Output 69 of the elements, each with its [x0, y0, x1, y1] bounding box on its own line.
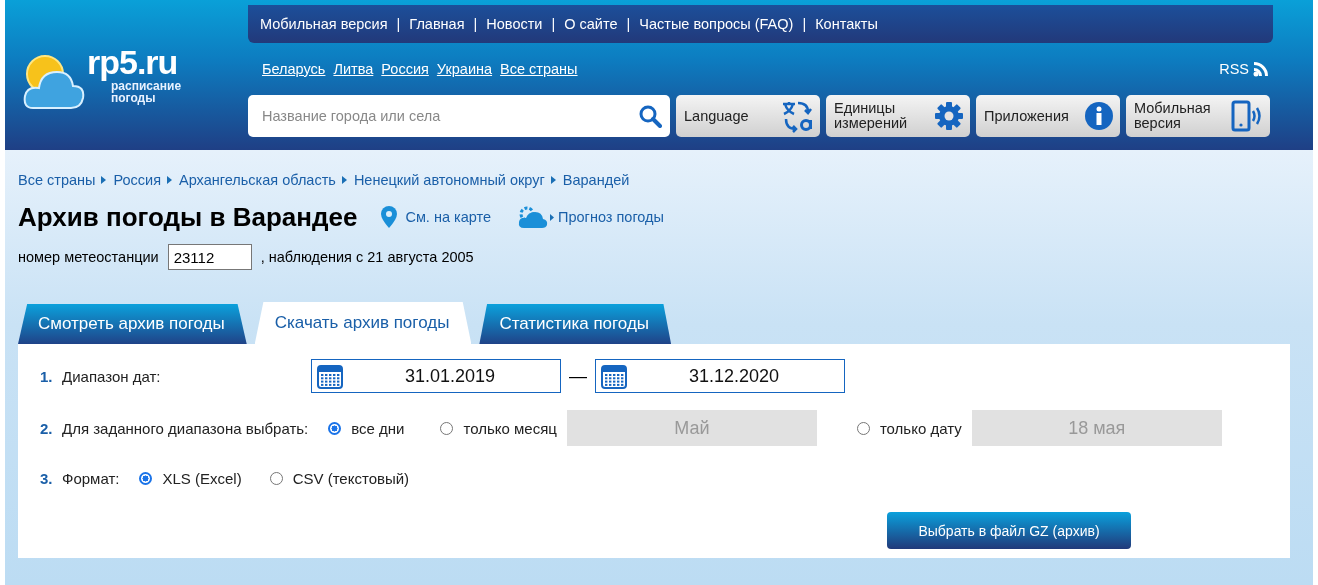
station-label: номер метеостанции [18, 249, 159, 265]
breadcrumb-link[interactable]: Ненецкий автономный округ [353, 172, 545, 188]
range-dash: — [569, 365, 587, 387]
info-icon [1084, 101, 1114, 131]
radio-label[interactable]: CSV (текстовый) [292, 469, 410, 487]
rss-link[interactable]: RSS [1219, 61, 1249, 77]
breadcrumb-link[interactable]: Россия [113, 172, 162, 188]
menu-link[interactable]: Новости [486, 16, 543, 32]
menu-link[interactable]: О сайте [564, 16, 618, 32]
field-label: Для заданного диапазона выбрать: [62, 419, 309, 437]
country-link[interactable]: Украина [436, 61, 493, 77]
breadcrumb-arrow-icon [167, 176, 173, 184]
phone-icon [1230, 100, 1264, 132]
radio-label[interactable]: XLS (Excel) [162, 469, 242, 487]
link-arrow-icon [550, 213, 555, 221]
menu-separator: | [551, 16, 556, 32]
step-number: 3. [40, 469, 54, 487]
step-number: 2. [40, 419, 54, 437]
field-label: Диапазон дат: [62, 367, 162, 385]
sun-cloud-icon[interactable] [516, 204, 549, 230]
forecast-link[interactable]: Прогноз погоды [558, 209, 664, 225]
tab[interactable]: Статистика погоды [479, 304, 672, 344]
menu-separator: | [473, 16, 478, 32]
map-link[interactable]: См. на карте [405, 209, 492, 225]
breadcrumb-link[interactable]: Варандей [562, 172, 630, 188]
breadcrumb-link[interactable]: Архангельская область [179, 172, 336, 188]
country-link[interactable]: Литва [333, 61, 374, 77]
menu-link[interactable]: Мобильная версия [260, 16, 388, 32]
station-number-field[interactable]: 23112 [167, 244, 252, 270]
map-pin-icon[interactable] [381, 206, 398, 228]
tool-button[interactable]: Мобильная версия [1126, 95, 1270, 137]
radio-button[interactable] [139, 471, 153, 485]
breadcrumb-arrow-icon [341, 176, 347, 184]
date-field[interactable]: 31.01.2019 [311, 359, 561, 393]
tab[interactable]: Скачать архив погоды [254, 302, 472, 344]
country-link[interactable]: Все страны [500, 61, 578, 77]
radio-button[interactable] [269, 471, 283, 485]
tab[interactable]: Смотреть архив погоды [18, 304, 247, 344]
country-link[interactable]: Беларусь [262, 61, 326, 77]
translate-icon [780, 99, 814, 133]
menu-separator: | [396, 16, 401, 32]
breadcrumb-link[interactable]: Все страны [18, 172, 96, 188]
date-field[interactable]: 31.12.2020 [595, 359, 845, 393]
menu-link[interactable]: Частые вопросы (FAQ) [639, 16, 794, 32]
search-icon[interactable] [638, 104, 662, 128]
radio-button[interactable] [328, 421, 342, 435]
menu-separator: | [802, 16, 807, 32]
step-number: 1. [40, 367, 54, 385]
menu-link[interactable]: Главная [409, 16, 465, 32]
download-button[interactable]: Выбрать в файл GZ (архив) [887, 512, 1131, 549]
rss-icon[interactable] [1253, 61, 1269, 77]
search-field[interactable]: Название города или села [248, 95, 670, 137]
logo-tagline: расписание [111, 80, 182, 92]
logo-tagline: погоды [111, 92, 156, 104]
calendar-icon[interactable] [317, 363, 343, 389]
breadcrumb-arrow-icon [101, 176, 107, 184]
radio-label[interactable]: все дни [351, 419, 405, 437]
page-title: Архив погоды в Варандее [18, 201, 358, 233]
calendar-icon[interactable] [601, 363, 627, 389]
observation-since-text: , наблюдения с 21 августа 2005 [260, 249, 474, 265]
field-label: Формат: [62, 469, 120, 487]
tool-button[interactable]: Language [676, 95, 820, 137]
tool-button[interactable]: Приложения [976, 95, 1120, 137]
menu-link[interactable]: Контакты [815, 16, 878, 32]
menu-separator: | [626, 16, 631, 32]
country-link[interactable]: Россия [381, 61, 429, 77]
breadcrumb-arrow-icon [550, 176, 556, 184]
tool-button[interactable]: Единицы измерений [826, 95, 970, 137]
gear-icon [934, 101, 964, 131]
